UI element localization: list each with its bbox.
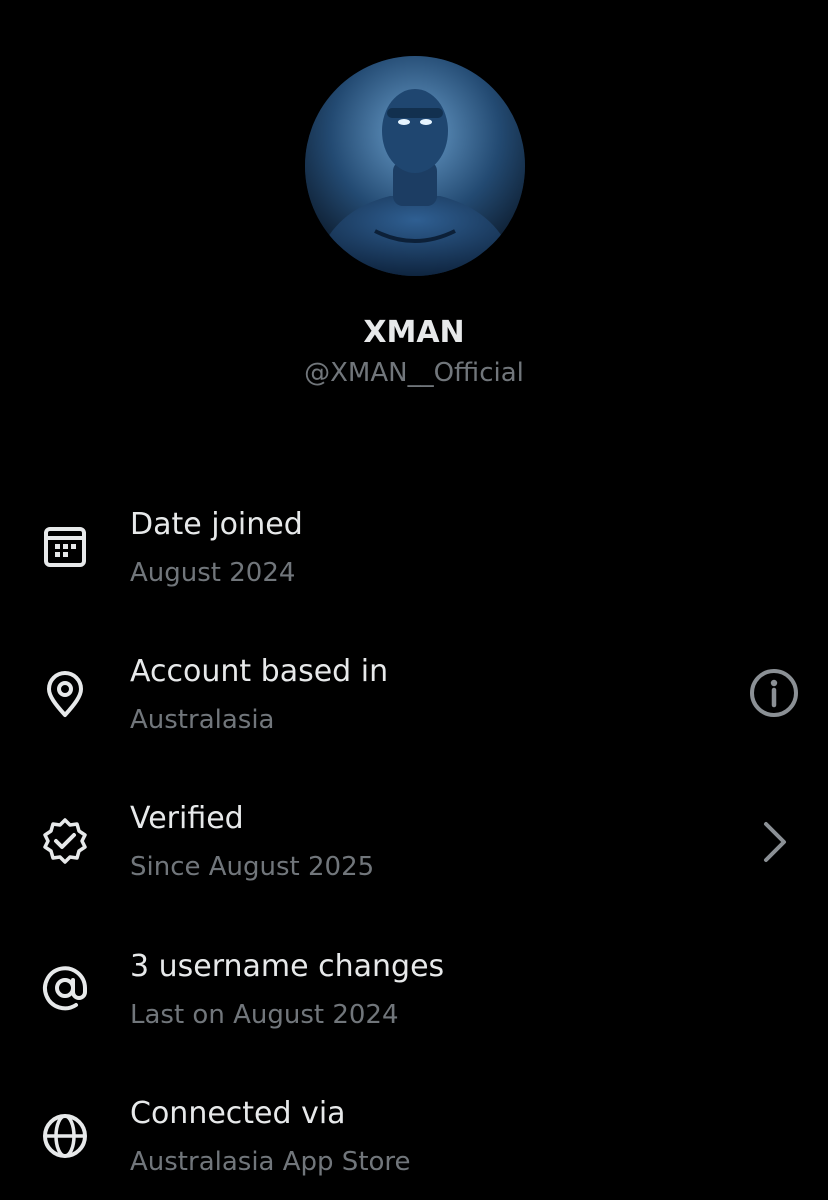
row-title: Account based in [130, 654, 389, 689]
row-subtitle: Australasia [130, 705, 275, 735]
profile-display-name: XMAN [363, 315, 465, 350]
info-row-verified[interactable]: Verified Since August 2025 [0, 794, 828, 904]
info-icon[interactable] [748, 667, 800, 719]
info-row-connected-via: Connected via Australasia App Store [0, 1089, 828, 1199]
row-title: Connected via [130, 1096, 346, 1131]
chevron-right-icon[interactable] [748, 816, 800, 868]
at-sign-icon [40, 963, 90, 1013]
row-subtitle: Last on August 2024 [130, 1000, 399, 1030]
info-row-username-changes: 3 username changes Last on August 2024 [0, 942, 828, 1052]
avatar[interactable] [305, 56, 525, 276]
row-subtitle: Australasia App Store [130, 1147, 411, 1177]
profile-handle: @XMAN__Official [304, 358, 524, 388]
row-title: Verified [130, 801, 244, 836]
calendar-icon [40, 521, 90, 571]
row-subtitle: Since August 2025 [130, 852, 375, 882]
row-title: Date joined [130, 507, 303, 542]
location-pin-icon [40, 669, 90, 719]
info-row-account-based-in: Account based in Australasia [0, 647, 828, 757]
row-title: 3 username changes [130, 949, 445, 984]
globe-icon [40, 1111, 90, 1161]
row-subtitle: August 2024 [130, 558, 296, 588]
info-row-date-joined: Date joined August 2024 [0, 500, 828, 610]
verified-badge-icon [40, 816, 90, 866]
